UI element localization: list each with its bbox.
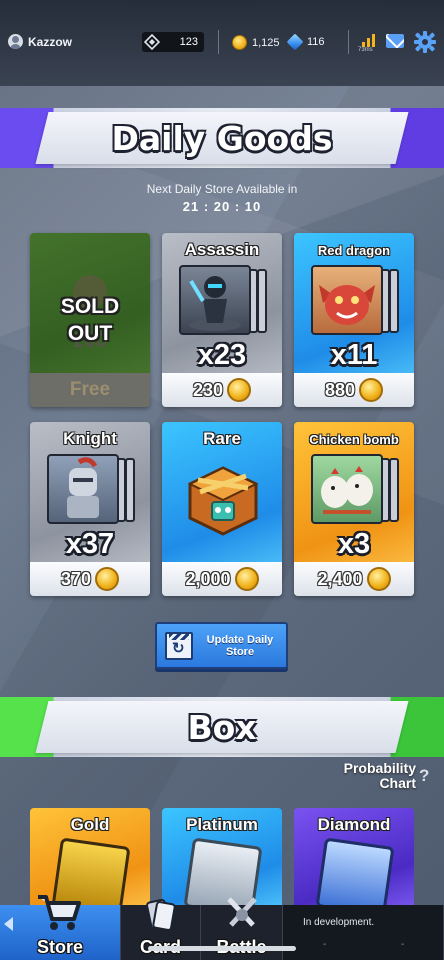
daily-item-card-knight[interactable]: Knight x37 370 <box>30 422 150 596</box>
price-label: 2,400 <box>317 568 363 589</box>
item-name: Rare <box>203 429 241 448</box>
ping-readout: 73ms <box>358 47 373 53</box>
red-dragon-portrait-icon <box>311 265 383 335</box>
item-name: Knight <box>63 429 117 448</box>
cards-icon <box>143 897 179 938</box>
price-label: 2,000 <box>185 568 231 589</box>
nav-tab-store[interactable]: Store <box>0 895 121 960</box>
daily-item-card-free[interactable]: 200 SOLD OUT Free <box>30 233 150 407</box>
crossed-swords-icon <box>223 895 261 938</box>
placeholder-dash: - <box>323 939 327 950</box>
card-stack-back <box>389 458 399 522</box>
box-name: Gold <box>70 815 110 834</box>
price-strip: 2,400 <box>294 562 414 596</box>
knight-portrait-icon <box>47 454 119 524</box>
gold-counter[interactable]: 1,125 <box>232 35 280 50</box>
price-strip: 2,000 <box>162 562 282 596</box>
assassin-portrait-icon <box>179 265 251 335</box>
price-label: 370 <box>60 568 92 589</box>
bottom-navigation: Store Card Battle In development. - - <box>0 895 444 960</box>
gold-coin-icon <box>95 567 120 591</box>
item-name: Chicken bomb <box>309 432 399 447</box>
nav-tab-card[interactable]: Card <box>121 898 201 960</box>
gem-counter[interactable]: 116 <box>286 33 325 51</box>
price-label: Free <box>69 379 111 400</box>
box-title: Box <box>187 708 257 747</box>
username: Kazzow <box>28 34 73 49</box>
daily-item-card-chicken-bomb[interactable]: Chicken bomb x3 2,400 <box>294 422 414 596</box>
arrow-left-icon <box>4 917 13 931</box>
gold-amount: 1,125 <box>252 36 280 49</box>
divider <box>348 30 349 54</box>
card-stack-back <box>257 269 267 333</box>
gold-coin-icon <box>366 567 391 591</box>
home-indicator[interactable] <box>148 946 296 951</box>
shopping-cart-icon <box>36 893 82 936</box>
item-quantity: x37 <box>65 528 115 560</box>
rank-emblem-icon <box>142 32 162 52</box>
gold-coin-icon <box>232 35 247 50</box>
rank-value: 123 <box>179 36 198 48</box>
daily-item-card-rare[interactable]: Rare 2,000 <box>162 422 282 596</box>
refresh-clapper-icon <box>165 631 193 660</box>
gem-amount: 116 <box>307 36 325 48</box>
price-label: 880 <box>324 379 356 400</box>
box-name: Diamond <box>317 815 391 834</box>
price-strip: 370 <box>30 562 150 596</box>
box-name: Platinum <box>186 815 258 834</box>
chicken-bomb-portrait-icon <box>311 454 383 524</box>
daily-item-card-red-dragon[interactable]: Red dragon x11 880 <box>294 233 414 407</box>
daily-timer: 21 : 20 : 10 <box>182 199 262 214</box>
card-stack-back <box>125 458 135 522</box>
rank-display[interactable]: 123 <box>142 32 204 52</box>
mail-icon[interactable] <box>386 34 404 48</box>
nav-tab-battle[interactable]: Battle <box>201 897 283 960</box>
card-stack-back <box>389 269 399 333</box>
gold-coin-icon <box>227 378 252 402</box>
gold-coin-icon <box>234 567 259 591</box>
profile-button[interactable]: Kazzow <box>8 34 72 49</box>
item-name: Red dragon <box>317 243 391 258</box>
divider <box>218 30 219 54</box>
sold-out-label: SOLD OUT <box>60 295 120 345</box>
top-status-bar: Kazzow 123 1,125 116 73ms <box>0 0 444 86</box>
item-quantity: x23 <box>197 339 247 371</box>
in-development-label: In development. <box>303 917 375 928</box>
probability-chart-link[interactable]: Probability Chart <box>318 761 416 791</box>
price-strip: Free <box>30 373 150 407</box>
nav-tab-in-development: In development. - - <box>283 905 444 960</box>
update-daily-store-button[interactable]: Update Daily Store <box>155 622 288 669</box>
nav-label-store: Store <box>36 937 83 957</box>
price-strip: 230 <box>162 373 282 407</box>
user-avatar-icon <box>8 34 23 49</box>
gem-icon <box>286 33 304 51</box>
item-quantity: x11 <box>330 339 378 371</box>
item-name: Assassin <box>184 240 260 259</box>
update-button-label: Update Daily Store <box>206 633 274 658</box>
daily-item-card-assassin[interactable]: Assassin x23 230 <box>162 233 282 407</box>
timer-label: Next Daily Store Available in <box>146 182 298 196</box>
price-strip: 880 <box>294 373 414 407</box>
help-icon[interactable]: ? <box>419 766 429 786</box>
daily-goods-title: Daily Goods <box>111 119 333 158</box>
item-quantity: x3 <box>337 528 371 560</box>
placeholder-dash: - <box>401 939 405 950</box>
gear-icon[interactable] <box>414 31 436 53</box>
gold-coin-icon <box>359 378 384 402</box>
rare-box-icon <box>184 462 262 540</box>
price-label: 230 <box>192 379 224 400</box>
